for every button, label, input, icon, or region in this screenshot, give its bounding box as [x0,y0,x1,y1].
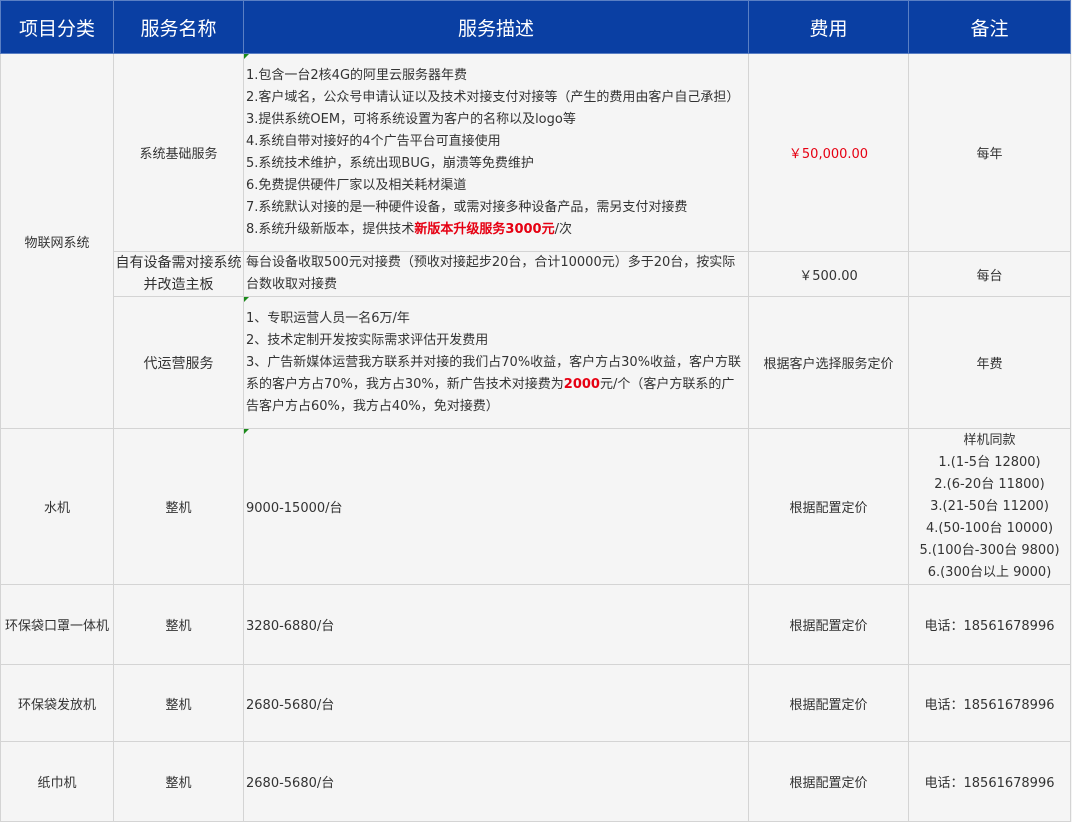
pricing-table: 项目分类 服务名称 服务描述 费用 备注 物联网系统 系统基础服务 1.包含一台… [0,0,1071,822]
table-row: 自有设备需对接系统并改造主板 每台设备收取500元对接费（预收对接起步20台，合… [1,251,1071,297]
service-fee: 根据客户选择服务定价 [748,296,909,429]
service-desc: 2680-5680/台 [243,664,749,742]
service-desc: 2680-5680/台 [243,741,749,822]
header-category: 项目分类 [0,0,114,54]
comment-marker-icon [244,429,249,434]
table-row: 纸巾机 整机 2680-5680/台 根据配置定价 电话：18561678996 [0,741,1071,822]
header-service: 服务名称 [113,0,244,54]
category-tissue: 纸巾机 [0,741,114,822]
comment-marker-icon [244,54,249,59]
header-note: 备注 [908,0,1071,54]
service-note: 电话：18561678996 [908,584,1071,665]
service-note: 电话：18561678996 [908,664,1071,742]
service-name: 整机 [113,584,244,665]
service-note: 每年 [908,53,1071,252]
header-row: 项目分类 服务名称 服务描述 费用 备注 [0,0,1071,54]
service-fee: ￥50,000.00 [748,53,909,252]
service-desc: 1、专职运营人员一名6万/年 2、技术定制开发按实际需求评估开发费用 3、广告新… [243,296,749,429]
service-name: 整机 [113,428,244,585]
service-note: 每台 [908,251,1071,297]
comment-marker-icon [244,297,249,302]
service-desc: 3280-6880/台 [243,584,749,665]
table-row: 物联网系统 系统基础服务 1.包含一台2核4G的阿里云服务器年费 2.客户域名，… [0,53,1071,429]
service-name: 自有设备需对接系统并改造主板 [113,251,244,297]
category-bag-mask: 环保袋口罩一体机 [0,584,114,665]
service-fee: 根据配置定价 [748,741,909,822]
table-row: 环保袋发放机 整机 2680-5680/台 根据配置定价 电话：18561678… [0,664,1071,742]
service-name: 系统基础服务 [113,53,244,252]
service-desc: 1.包含一台2核4G的阿里云服务器年费 2.客户域名，公众号申请认证以及技术对接… [243,53,749,252]
service-note: 电话：18561678996 [908,741,1071,822]
category-bag: 环保袋发放机 [0,664,114,742]
category-iot: 物联网系统 [0,53,114,429]
service-fee: 根据配置定价 [748,428,909,585]
category-water: 水机 [0,428,114,585]
header-fee: 费用 [748,0,909,54]
table-row: 代运营服务 1、专职运营人员一名6万/年 2、技术定制开发按实际需求评估开发费用… [1,296,1071,429]
service-fee: 根据配置定价 [748,664,909,742]
service-name: 整机 [113,741,244,822]
table-row: 水机 整机 9000-15000/台 根据配置定价 样机同款 1.(1-5台 1… [0,428,1071,585]
service-desc: 每台设备收取500元对接费（预收对接起步20台，合计10000元）多于20台，按… [243,251,749,297]
table-row: 环保袋口罩一体机 整机 3280-6880/台 根据配置定价 电话：185616… [0,584,1071,665]
service-fee: ￥500.00 [748,251,909,297]
service-name: 代运营服务 [113,296,244,429]
service-name: 整机 [113,664,244,742]
service-desc: 9000-15000/台 [243,428,749,585]
service-fee: 根据配置定价 [748,584,909,665]
header-desc: 服务描述 [243,0,749,54]
service-note: 样机同款 1.(1-5台 12800) 2.(6-20台 11800) 3.(2… [908,428,1071,585]
service-note: 年费 [908,296,1071,429]
